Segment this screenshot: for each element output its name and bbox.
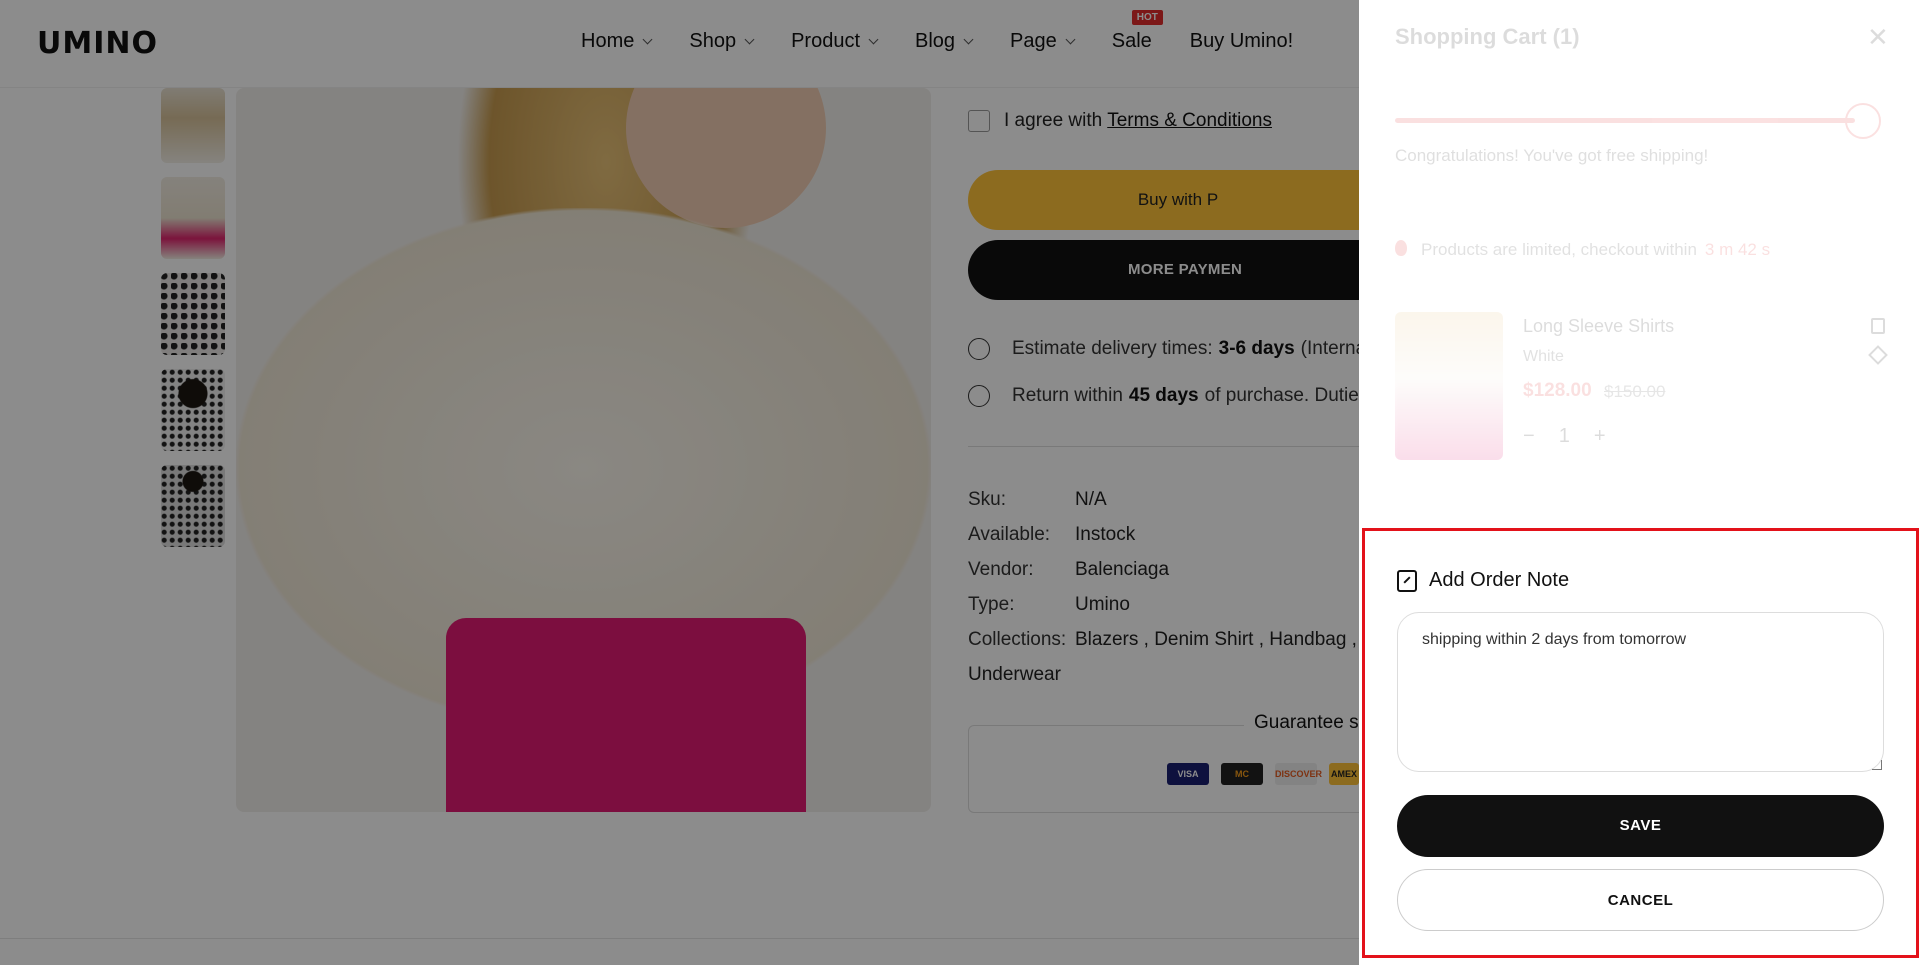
- checkout-countdown: Products are limited, checkout within 3 m…: [1421, 240, 1771, 259]
- edit-icon[interactable]: [1868, 345, 1888, 365]
- resize-handle-icon[interactable]: [1872, 760, 1882, 770]
- cart-item-variant: White: [1523, 348, 1564, 365]
- quantity-value[interactable]: 1: [1559, 425, 1570, 448]
- note-icon: [1397, 569, 1417, 592]
- cart-drawer-content: Shopping Cart (1) ✕ Congratulations! You…: [1359, 0, 1919, 526]
- truck-icon: [1845, 103, 1881, 139]
- modal-overlay[interactable]: [0, 0, 1359, 965]
- cart-item-name[interactable]: Long Sleeve Shirts: [1523, 316, 1674, 337]
- plus-icon[interactable]: +: [1594, 425, 1606, 448]
- trash-icon[interactable]: [1871, 318, 1885, 334]
- order-note-panel: Add Order Note SAVE CANCEL: [1362, 528, 1919, 958]
- free-shipping-message: Congratulations! You've got free shippin…: [1395, 146, 1709, 165]
- order-note-title: Add Order Note: [1429, 569, 1570, 591]
- order-note-header: Add Order Note: [1397, 569, 1569, 592]
- save-button[interactable]: SAVE: [1397, 795, 1884, 857]
- quantity-stepper: − 1 +: [1523, 425, 1606, 448]
- cart-item-image[interactable]: [1395, 312, 1503, 460]
- order-note-textarea[interactable]: [1397, 612, 1884, 772]
- countdown-timer: 3 m 42 s: [1704, 240, 1771, 259]
- cancel-button[interactable]: CANCEL: [1397, 869, 1884, 931]
- cart-item-compare-price: $150.00: [1604, 382, 1666, 401]
- close-icon[interactable]: ✕: [1867, 22, 1889, 53]
- fire-icon: [1395, 240, 1407, 256]
- free-shipping-progress: [1395, 118, 1855, 123]
- cart-item-price: $128.00: [1523, 380, 1592, 401]
- minus-icon[interactable]: −: [1523, 425, 1535, 448]
- cart-title: Shopping Cart (1): [1395, 24, 1580, 49]
